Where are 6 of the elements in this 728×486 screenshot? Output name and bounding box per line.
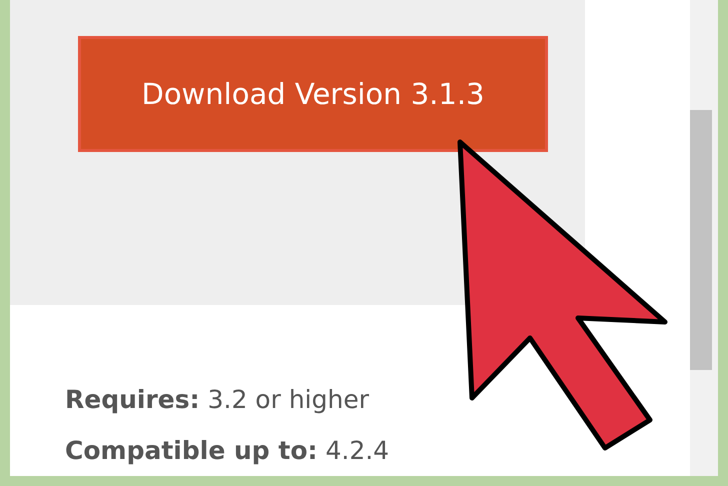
scrollbar[interactable] xyxy=(690,0,718,476)
download-button[interactable]: Download Version 3.1.3 xyxy=(78,36,548,152)
spec-text: Requires: 3.2 or higher xyxy=(65,385,369,414)
cursor-icon xyxy=(458,140,668,450)
spec-text: Compatible up to: 4.2.4 xyxy=(65,436,390,465)
scrollbar-thumb[interactable] xyxy=(690,110,712,370)
